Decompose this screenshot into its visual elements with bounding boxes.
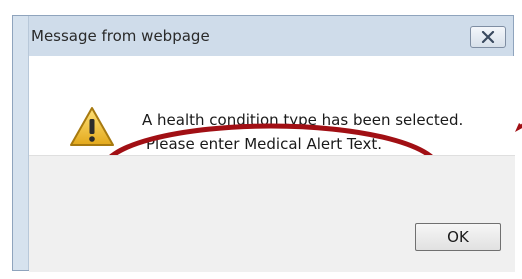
warning-icon (70, 107, 114, 146)
message-text-line-1: A health condition type has been selecte… (142, 111, 464, 129)
close-icon (481, 31, 495, 43)
annotation-arrow (515, 123, 522, 132)
dialog-title: Message from webpage (31, 27, 210, 45)
dialog-footer: OK (29, 155, 515, 272)
dialog-frame (13, 16, 29, 270)
message-content: A health condition type has been selecte… (29, 56, 522, 217)
ok-button[interactable]: OK (415, 223, 501, 251)
message-text-line-2: Please enter Medical Alert Text. (146, 135, 383, 153)
close-button[interactable] (470, 26, 506, 48)
screenshot-stage: Message from webpage A health condition … (0, 0, 522, 279)
message-dialog: Message from webpage A health condition … (12, 15, 522, 272)
